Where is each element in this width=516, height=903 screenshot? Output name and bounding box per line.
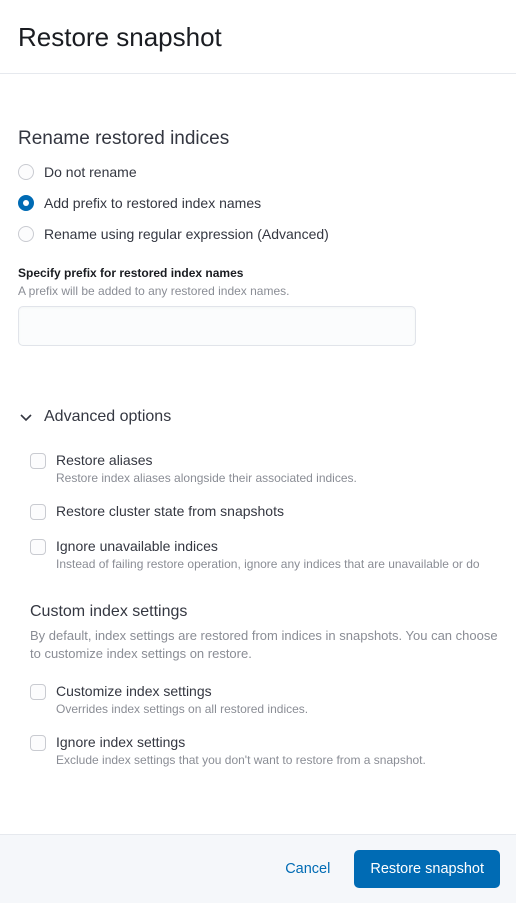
checkbox-customize-index-settings: Customize index settings Overrides index…: [30, 683, 498, 716]
checkbox-text: Restore cluster state from snapshots: [56, 503, 284, 519]
custom-index-title: Custom index settings: [30, 603, 498, 621]
advanced-options-toggle[interactable]: Advanced options: [18, 408, 498, 426]
checkbox-label: Restore aliases: [56, 452, 357, 468]
checkbox-ignore-index-settings: Ignore index settings Exclude index sett…: [30, 734, 498, 767]
checkbox-desc: Restore index aliases alongside their as…: [56, 471, 357, 485]
dialog-title: Restore snapshot: [18, 22, 498, 53]
checkbox-restore-cluster-state: Restore cluster state from snapshots: [30, 503, 498, 520]
radio-label: Rename using regular expression (Advance…: [44, 226, 329, 242]
rename-section-title: Rename restored indices: [18, 128, 498, 150]
custom-index-section: Custom index settings By default, index …: [18, 603, 498, 767]
checkbox-text: Customize index settings Overrides index…: [56, 683, 308, 716]
checkbox-text: Ignore index settings Exclude index sett…: [56, 734, 426, 767]
radio-label: Do not rename: [44, 164, 137, 180]
checkbox-restore-aliases: Restore aliases Restore index aliases al…: [30, 452, 498, 485]
checkbox-label: Ignore index settings: [56, 734, 426, 750]
checkbox-input[interactable]: [30, 735, 46, 751]
checkbox-desc: Instead of failing restore operation, ig…: [56, 557, 480, 571]
advanced-checkbox-group: Restore aliases Restore index aliases al…: [18, 452, 498, 571]
checkbox-desc: Overrides index settings on all restored…: [56, 702, 308, 716]
chevron-down-icon: [18, 409, 34, 425]
cancel-button[interactable]: Cancel: [279, 853, 336, 885]
checkbox-input[interactable]: [30, 684, 46, 700]
checkbox-input[interactable]: [30, 453, 46, 469]
radio-label: Add prefix to restored index names: [44, 195, 261, 211]
radio-icon: [18, 226, 34, 242]
radio-regex-rename[interactable]: Rename using regular expression (Advance…: [18, 226, 498, 242]
radio-icon: [18, 195, 34, 211]
checkbox-label: Ignore unavailable indices: [56, 538, 480, 554]
restore-snapshot-button[interactable]: Restore snapshot: [354, 850, 500, 888]
dialog-footer: Cancel Restore snapshot: [0, 834, 516, 903]
custom-checkbox-group: Customize index settings Overrides index…: [30, 683, 498, 767]
checkbox-desc: Exclude index settings that you don't wa…: [56, 753, 426, 767]
checkbox-ignore-unavailable: Ignore unavailable indices Instead of fa…: [30, 538, 498, 571]
checkbox-text: Ignore unavailable indices Instead of fa…: [56, 538, 480, 571]
advanced-options-title: Advanced options: [44, 408, 171, 426]
prefix-field-label: Specify prefix for restored index names: [18, 266, 498, 280]
prefix-field-help: A prefix will be added to any restored i…: [18, 284, 498, 298]
custom-index-desc: By default, index settings are restored …: [30, 627, 498, 663]
radio-do-not-rename[interactable]: Do not rename: [18, 164, 498, 180]
rename-radio-group: Do not rename Add prefix to restored ind…: [18, 164, 498, 242]
radio-icon: [18, 164, 34, 180]
checkbox-label: Restore cluster state from snapshots: [56, 503, 284, 519]
prefix-input[interactable]: [18, 306, 416, 346]
checkbox-input[interactable]: [30, 504, 46, 520]
checkbox-label: Customize index settings: [56, 683, 308, 699]
dialog-header: Restore snapshot: [0, 0, 516, 74]
checkbox-text: Restore aliases Restore index aliases al…: [56, 452, 357, 485]
radio-add-prefix[interactable]: Add prefix to restored index names: [18, 195, 498, 211]
dialog-content: Rename restored indices Do not rename Ad…: [0, 74, 516, 834]
checkbox-input[interactable]: [30, 539, 46, 555]
